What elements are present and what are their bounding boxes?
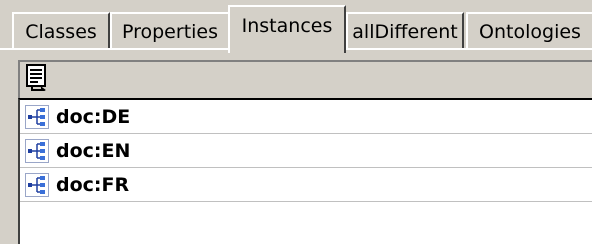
tab-properties[interactable]: Properties <box>110 12 230 49</box>
tab-alldifferent[interactable]: allDifferent <box>346 12 464 49</box>
left-gutter <box>0 50 18 244</box>
tab-label: allDifferent <box>352 20 458 43</box>
instance-label: doc:EN <box>56 139 131 162</box>
tab-classes[interactable]: Classes <box>12 12 110 49</box>
list-item[interactable]: doc:DE <box>20 100 592 134</box>
instance-icon <box>24 104 50 130</box>
list-item[interactable]: doc:FR <box>20 168 592 202</box>
instance-icon <box>24 172 50 198</box>
tab-label: Ontologies <box>479 20 581 43</box>
tab-ontologies[interactable]: Ontologies <box>466 12 592 49</box>
toolbar <box>18 60 592 98</box>
tab-label: Properties <box>121 20 219 43</box>
add-instance-button[interactable] <box>22 63 54 95</box>
tab-label: Classes <box>25 20 97 43</box>
list-item[interactable]: doc:EN <box>20 134 592 168</box>
add-instance-icon <box>24 63 52 95</box>
instance-label: doc:FR <box>56 173 130 196</box>
tab-label: Instances <box>241 15 333 37</box>
instance-icon <box>24 138 50 164</box>
ontology-browser-panel: Classes Properties Instances allDifferen… <box>0 0 592 244</box>
instance-list: doc:DE doc:EN doc:FR <box>18 98 592 244</box>
instance-label: doc:DE <box>56 105 131 128</box>
tab-instances[interactable]: Instances <box>228 5 346 53</box>
tab-strip: Classes Properties Instances allDifferen… <box>0 0 592 53</box>
